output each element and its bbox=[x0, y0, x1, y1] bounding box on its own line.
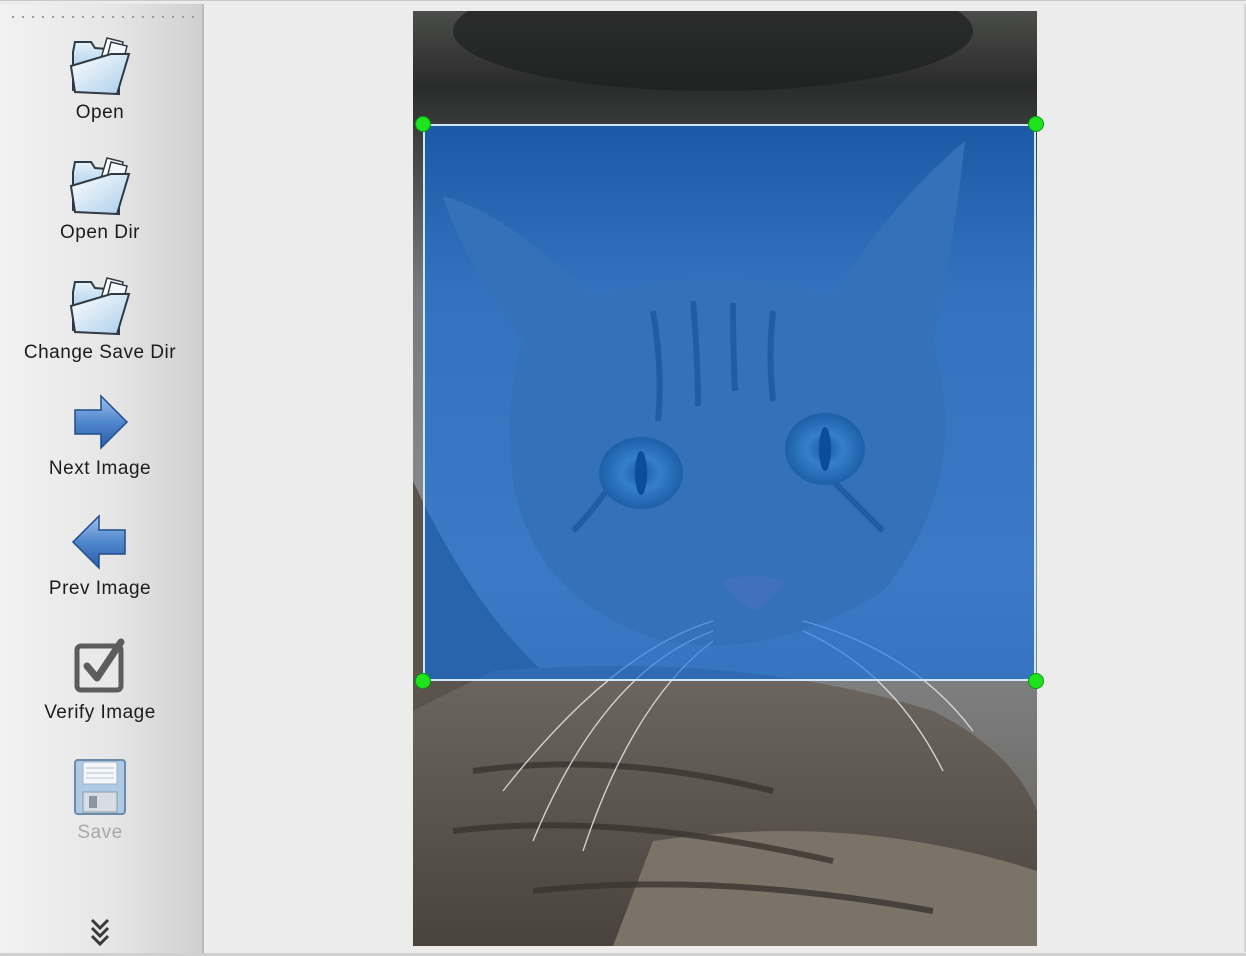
bounding-box[interactable] bbox=[423, 124, 1036, 681]
next-image-label: Next Image bbox=[48, 458, 152, 479]
folder-open-icon bbox=[69, 157, 131, 216]
toolbar-grip[interactable] bbox=[8, 15, 194, 19]
floppy-disk-icon bbox=[74, 759, 126, 815]
change-save-dir-button[interactable]: Change Save Dir bbox=[0, 272, 200, 364]
checkbox-checked-icon bbox=[74, 638, 125, 693]
verify-image-label: Verify Image bbox=[44, 702, 156, 723]
open-dir-label: Open Dir bbox=[59, 222, 141, 243]
next-image-button[interactable]: Next Image bbox=[0, 392, 200, 480]
arrow-left-icon bbox=[71, 514, 126, 570]
tools-toolbar: Open Open Dir Change Save Dir Next Image… bbox=[0, 4, 204, 954]
arrow-right-icon bbox=[74, 394, 129, 450]
prev-image-button[interactable]: Prev Image bbox=[0, 512, 200, 600]
save-button[interactable]: Save bbox=[0, 756, 200, 844]
folder-open-icon bbox=[69, 37, 131, 96]
bbox-handle-bottom-left[interactable] bbox=[415, 673, 431, 689]
verify-image-button[interactable]: Verify Image bbox=[0, 636, 200, 724]
change-save-dir-label: Change Save Dir bbox=[23, 342, 177, 363]
labeling-window: Open Open Dir Change Save Dir Next Image… bbox=[0, 0, 1246, 956]
bbox-handle-bottom-right[interactable] bbox=[1028, 673, 1044, 689]
bbox-handle-top-left[interactable] bbox=[415, 116, 431, 132]
open-button[interactable]: Open bbox=[0, 32, 200, 124]
open-dir-button[interactable]: Open Dir bbox=[0, 152, 200, 244]
folder-open-icon bbox=[69, 277, 131, 336]
prev-image-label: Prev Image bbox=[48, 578, 152, 599]
double-chevron-down-icon[interactable] bbox=[88, 916, 112, 946]
open-label: Open bbox=[75, 102, 125, 123]
bbox-handle-top-right[interactable] bbox=[1028, 116, 1044, 132]
save-label: Save bbox=[77, 822, 123, 843]
image-canvas[interactable] bbox=[206, 4, 1244, 952]
